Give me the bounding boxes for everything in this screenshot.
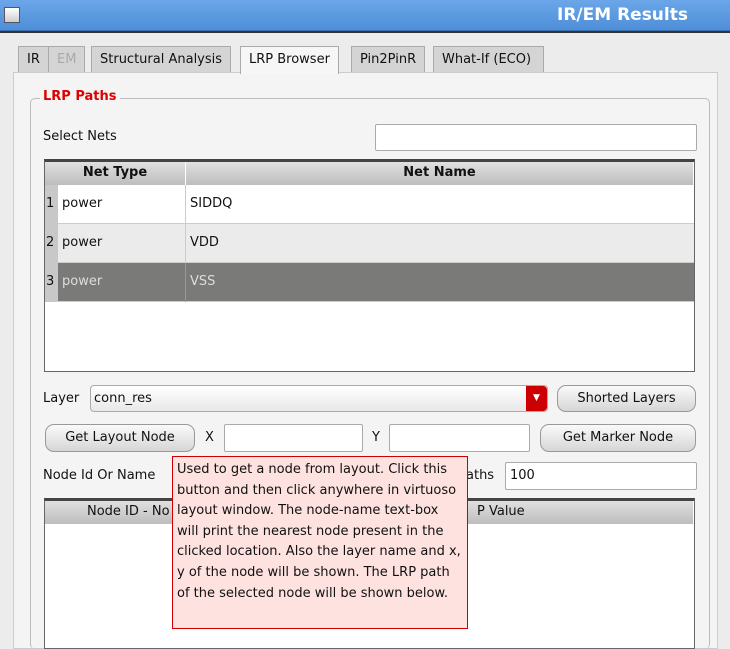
net-type-cell: power	[58, 224, 186, 263]
net-name-cell: SIDDQ	[190, 196, 233, 211]
tab-what-if-eco[interactable]: What-If (ECO)	[433, 46, 544, 73]
get-layout-node-button[interactable]: Get Layout Node	[45, 424, 195, 452]
chevron-down-icon[interactable]: ▼	[526, 386, 547, 411]
window-menu-icon[interactable]	[4, 7, 20, 23]
paths-label: aths	[466, 468, 495, 483]
title-bar[interactable]: IR/EM Results	[0, 0, 730, 31]
y-input[interactable]	[389, 424, 530, 452]
net-type-cell: power	[58, 263, 186, 302]
header-net-type[interactable]: Net Type	[45, 162, 186, 185]
group-title: LRP Paths	[40, 89, 120, 104]
select-nets-label: Select Nets	[43, 129, 117, 144]
tab-ir[interactable]: IR	[18, 46, 49, 73]
get-marker-node-button[interactable]: Get Marker Node	[540, 424, 696, 452]
net-name-cell: VDD	[190, 235, 219, 250]
x-input[interactable]	[224, 424, 363, 452]
header-lrp-value[interactable]: P Value	[477, 504, 525, 519]
tab-lrp-browser[interactable]: LRP Browser	[240, 46, 339, 74]
net-type-cell: power	[58, 185, 186, 224]
tooltip: Used to get a node from layout. Click th…	[172, 456, 468, 629]
tab-structural-analysis[interactable]: Structural Analysis	[91, 46, 232, 73]
row-number: 1	[45, 185, 58, 224]
table-row[interactable]: 2 power VDD	[45, 224, 694, 263]
layer-value: conn_res	[94, 391, 152, 406]
table-row[interactable]: 1 power SIDDQ	[45, 185, 694, 224]
header-net-name[interactable]: Net Name	[186, 162, 694, 185]
node-id-label: Node Id Or Name	[43, 468, 156, 483]
nets-table: Net Type Net Name 1 power SIDDQ 2 power …	[44, 159, 695, 372]
select-nets-input[interactable]	[375, 124, 697, 151]
paths-input[interactable]: 100	[505, 462, 697, 490]
y-label: Y	[372, 430, 380, 445]
x-label: X	[205, 430, 214, 445]
net-name-cell: VSS	[190, 274, 216, 289]
layer-label: Layer	[43, 391, 80, 406]
row-number: 2	[45, 224, 58, 263]
row-number: 3	[45, 263, 58, 302]
layer-dropdown[interactable]: conn_res ▼	[90, 385, 548, 412]
shorted-layers-button[interactable]: Shorted Layers	[557, 385, 696, 412]
tab-pin2pinr[interactable]: Pin2PinR	[351, 46, 426, 73]
window-title: IR/EM Results	[557, 5, 688, 25]
table-row-selected[interactable]: 3 power VSS	[45, 263, 694, 302]
header-node-id[interactable]: Node ID - No	[87, 504, 170, 519]
tab-em: EM	[48, 46, 86, 73]
